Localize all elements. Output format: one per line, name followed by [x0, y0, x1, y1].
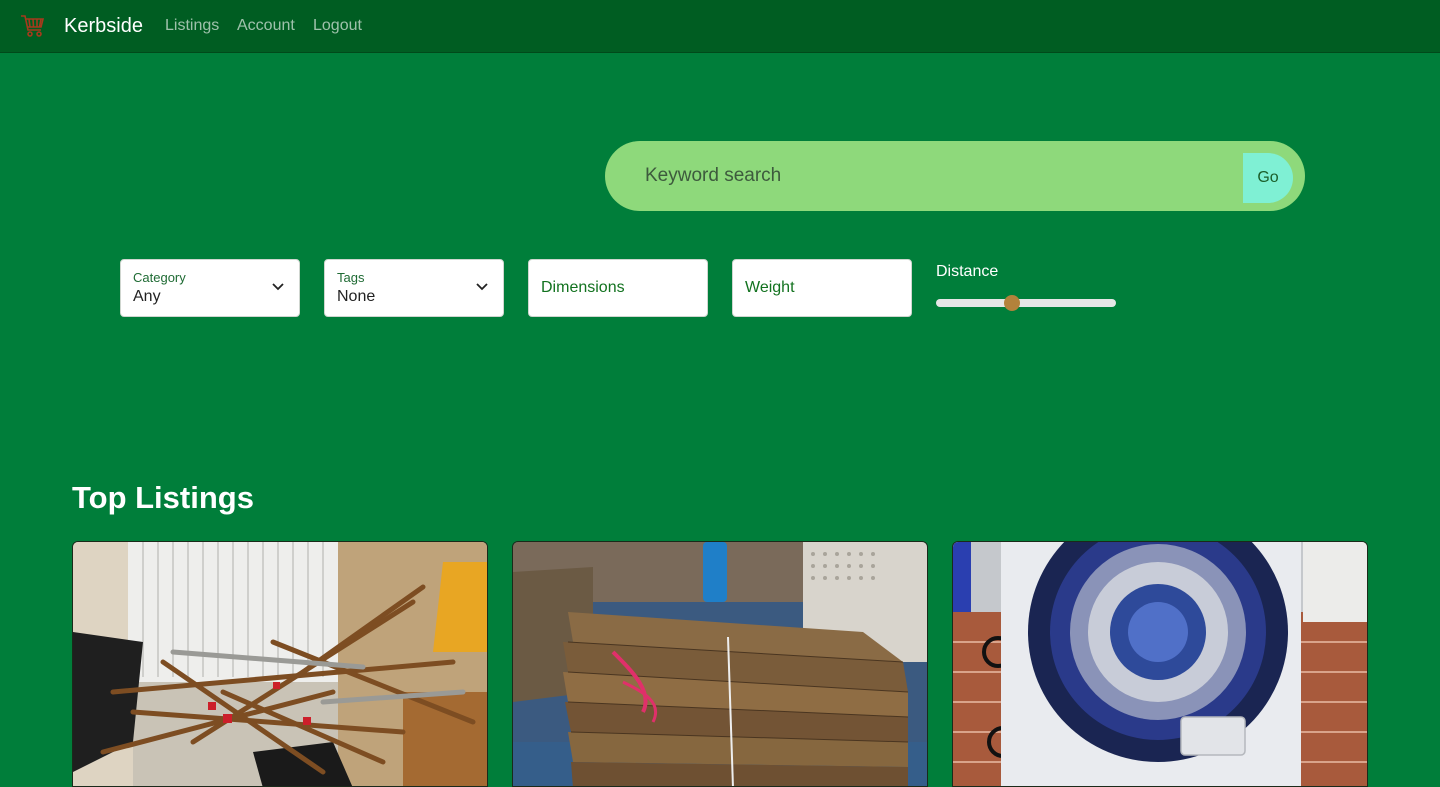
listing-photo-scrap-pipes[interactable] — [73, 542, 488, 787]
nav-logout-link[interactable]: Logout — [313, 17, 362, 35]
listing-card[interactable] — [512, 541, 928, 787]
shopping-cart-icon[interactable] — [20, 13, 46, 39]
distance-slider[interactable] — [936, 292, 1116, 314]
listing-photo-washing-machine[interactable] — [953, 542, 1368, 787]
slider-thumb[interactable] — [1003, 295, 1020, 311]
weight-placeholder: Weight — [745, 279, 795, 296]
chevron-down-icon — [272, 283, 284, 291]
listing-card[interactable] — [72, 541, 488, 787]
tags-label: Tags — [337, 270, 365, 285]
nav-listings-link[interactable]: Listings — [165, 17, 219, 35]
category-label: Category — [133, 270, 186, 285]
navbar: Kerbside Listings Account Logout — [0, 0, 1440, 53]
listing-photo-timber-stack[interactable] — [513, 542, 928, 787]
search-bar: Go — [605, 141, 1305, 211]
category-value: Any — [133, 288, 161, 305]
slider-track[interactable] — [936, 299, 1116, 307]
keyword-search-input[interactable] — [645, 159, 1225, 193]
brand-link[interactable]: Kerbside — [64, 15, 143, 38]
category-select[interactable]: Category Any — [120, 259, 300, 317]
top-listings-heading: Top Listings — [72, 480, 254, 515]
weight-field[interactable]: Weight — [732, 259, 912, 317]
dimensions-placeholder: Dimensions — [541, 279, 625, 296]
distance-label: Distance — [936, 263, 999, 280]
dimensions-field[interactable]: Dimensions — [528, 259, 708, 317]
chevron-down-icon — [476, 283, 488, 291]
listing-card[interactable] — [952, 541, 1368, 787]
tags-select[interactable]: Tags None — [324, 259, 504, 317]
tags-value: None — [337, 288, 376, 305]
nav-account-link[interactable]: Account — [237, 17, 295, 35]
go-button[interactable]: Go — [1243, 153, 1293, 203]
